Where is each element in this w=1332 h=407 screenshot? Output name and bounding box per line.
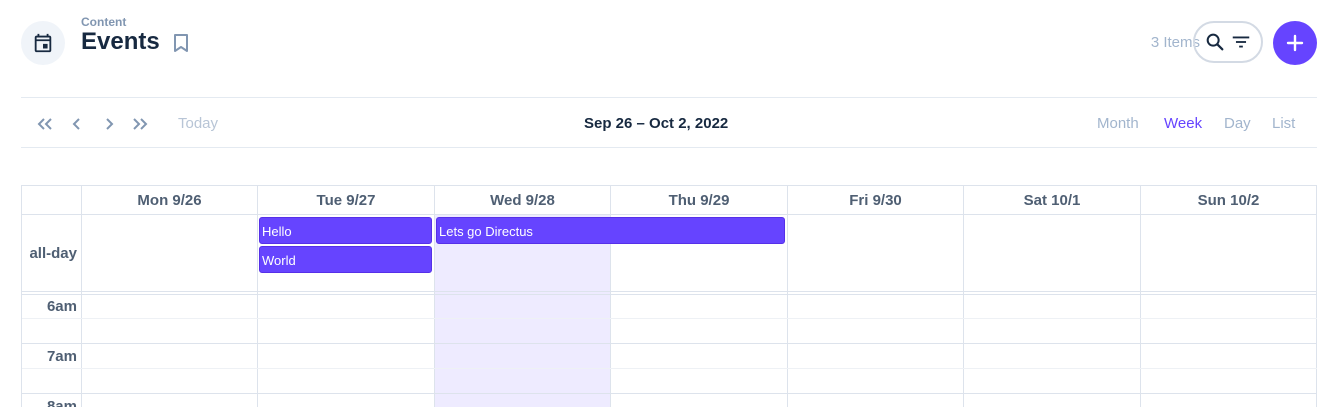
search-icon[interactable] bbox=[1204, 31, 1226, 53]
grid-line bbox=[257, 186, 258, 407]
day-header-sat[interactable]: Sat 10/1 bbox=[964, 192, 1140, 209]
today-button[interactable]: Today bbox=[178, 115, 218, 132]
grid-line bbox=[22, 393, 1317, 394]
plus-icon bbox=[1286, 34, 1304, 52]
view-month-button[interactable]: Month bbox=[1097, 115, 1139, 132]
allday-label: all-day bbox=[29, 245, 77, 262]
header-divider bbox=[21, 97, 1317, 98]
page-title: Events bbox=[81, 28, 160, 55]
filter-icon[interactable] bbox=[1230, 31, 1252, 53]
event-world[interactable]: World bbox=[259, 246, 432, 273]
grid-line bbox=[22, 343, 1317, 344]
prev-week-button[interactable] bbox=[66, 114, 88, 134]
grid-line bbox=[22, 368, 1317, 369]
chevron-left-icon bbox=[72, 118, 80, 130]
create-item-button[interactable] bbox=[1273, 21, 1317, 65]
grid-line bbox=[22, 294, 1317, 295]
double-chevron-left-icon bbox=[37, 118, 52, 130]
toolbar-divider bbox=[21, 147, 1317, 148]
time-label-8am: 8am bbox=[46, 398, 77, 407]
time-label-6am: 6am bbox=[46, 298, 77, 315]
grid-line bbox=[22, 214, 1317, 215]
view-week-button[interactable]: Week bbox=[1164, 115, 1202, 132]
view-day-button[interactable]: Day bbox=[1224, 115, 1251, 132]
day-header-sun[interactable]: Sun 10/2 bbox=[1141, 192, 1316, 209]
next-week-button[interactable] bbox=[98, 114, 120, 134]
grid-line bbox=[1140, 186, 1141, 407]
grid-line bbox=[434, 186, 435, 407]
bookmark-icon[interactable] bbox=[172, 33, 190, 53]
prev-year-button[interactable] bbox=[34, 114, 56, 134]
day-header-fri[interactable]: Fri 9/30 bbox=[788, 192, 963, 209]
calendar-icon bbox=[34, 33, 52, 53]
breadcrumb[interactable]: Content bbox=[81, 15, 126, 29]
time-label-7am: 7am bbox=[46, 348, 77, 365]
collection-icon-badge bbox=[21, 21, 65, 65]
grid-line bbox=[22, 291, 1317, 292]
event-hello[interactable]: Hello bbox=[259, 217, 432, 244]
day-header-wed[interactable]: Wed 9/28 bbox=[435, 192, 610, 209]
next-year-button[interactable] bbox=[129, 114, 151, 134]
day-header-mon[interactable]: Mon 9/26 bbox=[82, 192, 257, 209]
date-range-title: Sep 26 – Oct 2, 2022 bbox=[584, 115, 729, 132]
grid-line bbox=[22, 318, 1317, 319]
day-header-tue[interactable]: Tue 9/27 bbox=[258, 192, 434, 209]
search-filter-pill[interactable] bbox=[1193, 21, 1263, 63]
grid-line bbox=[81, 186, 82, 407]
grid-line bbox=[1316, 186, 1317, 407]
day-header-thu[interactable]: Thu 9/29 bbox=[611, 192, 787, 209]
event-lets-go-directus[interactable]: Lets go Directus bbox=[436, 217, 785, 244]
grid-line bbox=[787, 186, 788, 407]
double-chevron-right-icon bbox=[133, 118, 148, 130]
view-list-button[interactable]: List bbox=[1272, 115, 1295, 132]
grid-line bbox=[963, 186, 964, 407]
chevron-right-icon bbox=[106, 118, 114, 130]
week-calendar: Mon 9/26 Tue 9/27 Wed 9/28 Thu 9/29 Fri … bbox=[21, 185, 1317, 407]
